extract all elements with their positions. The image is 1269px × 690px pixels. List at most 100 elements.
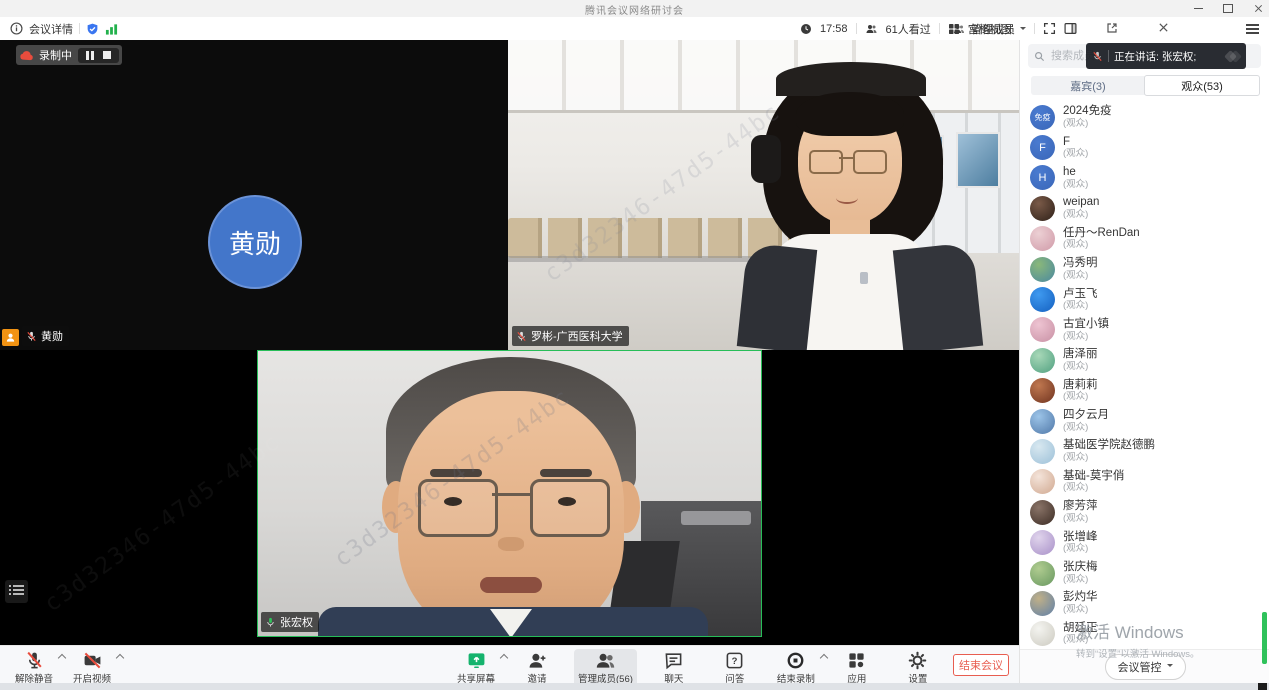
list-item[interactable]: 免疫2024免疫(观众) [1020,102,1269,132]
member-name: 四夕云月 [1063,409,1109,422]
mic-off-icon [25,651,44,670]
toolbar-button-mic-off[interactable]: 解除静音 [10,649,58,687]
audience-tabs: 嘉宾(3)观众(53) [1031,76,1259,95]
member-name: 彭灼华 [1063,591,1098,604]
viewers-count[interactable]: 61人看过 [886,21,931,37]
maximize-button[interactable] [1214,0,1242,17]
video-tile-zhanghongquan-speaking[interactable]: 张宏权 [257,350,762,637]
divider [939,23,940,34]
tab-guests[interactable]: 嘉宾(3) [1031,76,1145,95]
list-item[interactable]: 胡廷正(观众) [1020,619,1269,649]
list-item[interactable]: 冯秀明(观众) [1020,254,1269,284]
side-panel-icon[interactable] [1064,22,1077,35]
speaking-toast: 正在讲话: 张宏权; [1086,43,1246,69]
avatar-photo [1030,591,1055,616]
tab-audience[interactable]: 观众(53) [1144,75,1260,96]
cloud-record-icon [19,50,33,61]
toolbar-button-share-screen[interactable]: 共享屏幕 [452,649,500,687]
list-item[interactable]: Hhe(观众) [1020,163,1269,193]
toolbar-button-camera-off[interactable]: 开启视频 [68,649,116,687]
list-item[interactable]: 古宜小镇(观众) [1020,315,1269,345]
pause-recording-button[interactable] [86,51,94,60]
divider [1034,23,1035,34]
clock-icon [800,23,812,35]
member-role: (观众) [1063,332,1109,342]
avatar-photo [1030,409,1055,434]
search-icon [1034,51,1045,62]
toolbar-button-apps[interactable]: 应用 [833,649,881,687]
toolbar-button-settings[interactable]: 设置 [894,649,942,687]
list-item[interactable]: 基础医学院赵德鹏(观众) [1020,436,1269,466]
participant-name-label: 黄勋 [22,326,69,346]
member-role: (观众) [1063,210,1099,220]
window-title: 腾讯会议网络研讨会 [0,2,1269,17]
members-icon [596,651,615,670]
list-item[interactable]: 基础-莫宇俏(观众) [1020,467,1269,497]
list-item[interactable]: 廖芳萍(观众) [1020,497,1269,527]
member-role: (观众) [1063,605,1098,615]
network-signal-icon[interactable] [105,23,118,35]
video-tile-huangxun[interactable]: 黄勋 黄勋 [0,40,508,350]
member-name: 基础-莫宇俏 [1063,470,1124,483]
avatar-photo [1030,348,1055,373]
mic-muted-icon [516,331,527,342]
menu-icon[interactable] [1246,24,1259,36]
meeting-details-link[interactable]: 会议详情 [29,21,73,37]
chevron-up-icon[interactable] [116,654,124,662]
settings-icon [908,651,927,670]
avatar-initials: F [1030,135,1055,160]
chevron-up-icon[interactable] [820,654,828,662]
meeting-control-button[interactable]: 会议管控 [1105,654,1186,680]
member-role: (观众) [1063,271,1098,281]
list-item[interactable]: 唐泽丽(观众) [1020,345,1269,375]
chevron-down-icon [1020,27,1026,33]
member-name: 2024免疫 [1063,105,1112,118]
member-name: 古宜小镇 [1063,318,1109,331]
list-view-toggle-icon[interactable] [5,580,28,603]
list-item[interactable]: weipan(观众) [1020,193,1269,223]
close-button[interactable] [1244,0,1269,17]
list-item[interactable]: 任丹～RenDan(观众) [1020,224,1269,254]
host-badge-icon [2,329,19,346]
avatar-photo [1030,287,1055,312]
list-item[interactable]: 唐莉莉(观众) [1020,376,1269,406]
toolbar-button-chat[interactable]: 聊天 [650,649,698,687]
member-role: (观众) [1063,149,1088,159]
top-toolbar: 会议详情 17:58 61人看过 宫格视图 管理成员 [0,17,1269,40]
toolbar-button-record[interactable]: 结束录制 [772,649,820,687]
member-name: 冯秀明 [1063,257,1098,270]
member-role: (观众) [1063,575,1098,585]
list-item[interactable]: 张增峰(观众) [1020,527,1269,557]
avatar-photo [1030,561,1055,586]
meeting-time: 17:58 [820,23,848,35]
list-item[interactable]: 张庆梅(观众) [1020,558,1269,588]
fullscreen-icon[interactable] [1043,22,1056,35]
toolbar-button-members[interactable]: 管理成员(56) [574,649,637,687]
member-name: 张庆梅 [1063,561,1098,574]
avatar-photo [1030,621,1055,646]
member-name: 唐泽丽 [1063,348,1098,361]
video-tile-luobin[interactable]: 罗彬-广西医科大学 [508,40,1019,350]
list-item[interactable]: FF(观众) [1020,132,1269,162]
close-panel-icon[interactable] [1158,22,1169,33]
toolbar-button-qa[interactable]: ?问答 [711,649,759,687]
minimize-button[interactable] [1184,0,1212,17]
chevron-up-icon[interactable] [58,654,66,662]
toolbar-button-invite[interactable]: 邀请 [513,649,561,687]
list-item[interactable]: 卢玉飞(观众) [1020,284,1269,314]
popout-panel-icon[interactable] [1106,22,1118,34]
speaking-text: 正在讲话: 张宏权; [1114,49,1196,64]
security-shield-icon[interactable] [86,22,99,36]
list-item[interactable]: 彭灼华(观众) [1020,588,1269,618]
recording-label: 录制中 [39,47,72,63]
chevron-up-icon[interactable] [500,654,508,662]
member-name: F [1063,136,1088,149]
list-item[interactable]: 四夕云月(观众) [1020,406,1269,436]
avatar-photo [1030,530,1055,555]
tencent-meeting-window: { "window": { "title": "腾讯会议网络研讨会" }, "t… [0,0,1269,690]
stop-recording-button[interactable] [103,51,111,59]
scrollbar-thumb[interactable] [1262,612,1267,664]
end-meeting-button[interactable]: 结束会议 [953,654,1009,676]
camera-off-icon [83,651,102,670]
member-role: (观众) [1063,392,1098,402]
